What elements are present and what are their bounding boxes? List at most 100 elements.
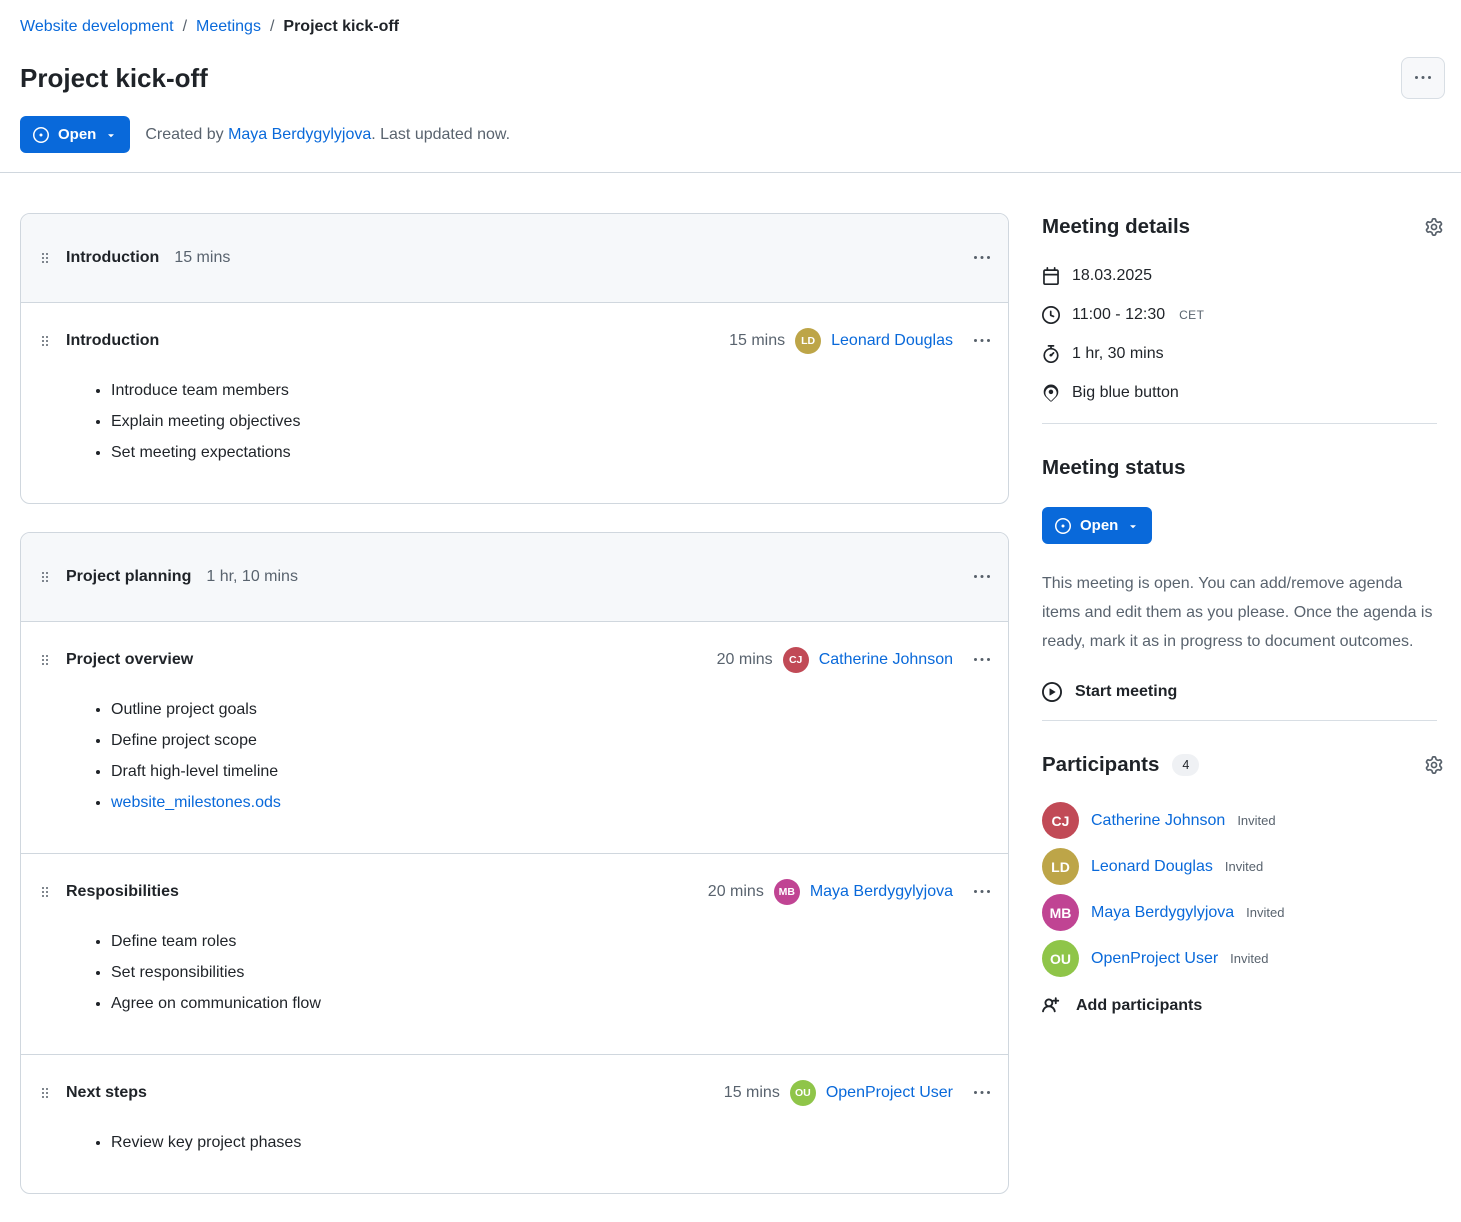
section-duration: 15 mins xyxy=(174,249,230,267)
agenda-bullet: Agree on communication flow xyxy=(111,992,992,1016)
page-title: Project kick-off xyxy=(20,62,208,94)
participant-status: Invited xyxy=(1225,859,1263,874)
participant-name-link[interactable]: Leonard Douglas xyxy=(1091,858,1213,876)
sidebar-divider xyxy=(1042,720,1437,721)
meeting-status-dropdown-button[interactable]: Open xyxy=(1042,507,1152,544)
byline-prefix: Created by xyxy=(145,126,228,143)
section-menu-button[interactable] xyxy=(972,565,992,589)
breadcrumb-link-project[interactable]: Website development xyxy=(20,18,174,36)
circle-dot-icon xyxy=(33,127,49,143)
participant-status: Invited xyxy=(1246,905,1284,920)
agenda-item-menu-button[interactable] xyxy=(972,880,992,904)
participant-row: LD Leonard Douglas Invited xyxy=(1042,848,1445,885)
presenter-avatar: MB xyxy=(774,879,800,905)
breadcrumb-current: Project kick-off xyxy=(283,18,399,36)
participant-name-link[interactable]: OpenProject User xyxy=(1091,950,1218,968)
agenda-bullet: Review key project phases xyxy=(111,1131,992,1155)
gear-icon xyxy=(1425,756,1443,774)
status-button-label: Open xyxy=(58,126,96,143)
agenda-bullet: Introduce team members xyxy=(111,379,992,403)
drag-handle-icon[interactable] xyxy=(37,569,53,585)
kebab-icon xyxy=(974,652,990,668)
participant-name-link[interactable]: Maya Berdygylyjova xyxy=(1091,904,1234,922)
presenter-avatar: LD xyxy=(795,328,821,354)
drag-handle-icon[interactable] xyxy=(37,250,53,266)
calendar-icon xyxy=(1042,267,1060,285)
play-icon xyxy=(1042,682,1062,702)
agenda-bullet: website_milestones.ods xyxy=(111,791,992,815)
clock-icon xyxy=(1042,306,1060,324)
drag-handle-icon[interactable] xyxy=(37,652,53,668)
agenda-bullet: Draft high-level timeline xyxy=(111,760,992,784)
agenda-bullet: Explain meeting objectives xyxy=(111,410,992,434)
meeting-details-settings-button[interactable] xyxy=(1423,216,1445,238)
meeting-detail-row: 11:00 - 12:30 CET xyxy=(1042,303,1445,327)
agenda-item-duration: 20 mins xyxy=(708,883,764,901)
agenda-section: Introduction 15 mins Introduction 15 min… xyxy=(20,213,1009,504)
agenda-item-title: Resposibilities xyxy=(66,883,179,901)
participant-row: CJ Catherine Johnson Invited xyxy=(1042,802,1445,839)
kebab-icon xyxy=(1415,70,1431,86)
agenda-item: Project overview 20 mins CJ Catherine Jo… xyxy=(21,621,1008,853)
participant-name-link[interactable]: Catherine Johnson xyxy=(1091,812,1225,830)
meeting-details-list: 18.03.2025 11:00 - 12:30 CET 1 hr, 30 mi… xyxy=(1042,264,1445,405)
meeting-details-section: Meeting details 18.03.2025 11:00 - 12:30… xyxy=(1042,213,1445,405)
start-meeting-button[interactable]: Start meeting xyxy=(1042,682,1177,702)
byline-suffix: . Last updated now. xyxy=(371,126,510,143)
participant-status: Invited xyxy=(1230,951,1268,966)
agenda-section-header: Introduction 15 mins xyxy=(21,214,1008,302)
location-icon xyxy=(1042,384,1060,402)
presenter-link[interactable]: Catherine Johnson xyxy=(819,651,953,669)
chevron-down-icon xyxy=(105,129,117,141)
participants-settings-button[interactable] xyxy=(1423,754,1445,776)
agenda-item-menu-button[interactable] xyxy=(972,1081,992,1105)
participant-row: OU OpenProject User Invited xyxy=(1042,940,1445,977)
meeting-status-button[interactable]: Open xyxy=(20,116,130,153)
header-divider xyxy=(0,172,1461,173)
presenter-link[interactable]: Leonard Douglas xyxy=(831,332,953,350)
participants-section: Participants 4 CJ Catherine Johnson Invi… xyxy=(1042,751,1445,1016)
meeting-detail-value: 11:00 - 12:30 xyxy=(1072,303,1165,327)
meeting-detail-row: 1 hr, 30 mins xyxy=(1042,342,1445,366)
participant-avatar: LD xyxy=(1042,848,1079,885)
agenda-item-menu-button[interactable] xyxy=(972,648,992,672)
drag-handle-icon[interactable] xyxy=(37,333,53,349)
agenda-bullet: Set meeting expectations xyxy=(111,441,992,465)
meeting-detail-suffix: CET xyxy=(1179,303,1204,327)
gear-icon xyxy=(1425,218,1443,236)
participants-count-badge: 4 xyxy=(1172,754,1199,776)
participant-status: Invited xyxy=(1237,813,1275,828)
kebab-icon xyxy=(974,333,990,349)
presenter-link[interactable]: Maya Berdygylyjova xyxy=(810,883,953,901)
meeting-detail-value: Big blue button xyxy=(1072,381,1179,405)
add-participants-button[interactable]: Add participants xyxy=(1042,996,1202,1016)
kebab-icon xyxy=(974,569,990,585)
kebab-icon xyxy=(974,884,990,900)
drag-handle-icon[interactable] xyxy=(37,884,53,900)
meeting-sidebar: Meeting details 18.03.2025 11:00 - 12:30… xyxy=(1042,213,1445,1222)
breadcrumb-link-meetings[interactable]: Meetings xyxy=(196,18,261,36)
section-menu-button[interactable] xyxy=(972,246,992,270)
meeting-detail-row: 18.03.2025 xyxy=(1042,264,1445,288)
meeting-detail-row: Big blue button xyxy=(1042,381,1445,405)
agenda-item-menu-button[interactable] xyxy=(972,329,992,353)
meeting-status-description: This meeting is open. You can add/remove… xyxy=(1042,569,1445,656)
section-title: Project planning xyxy=(66,568,191,586)
person-add-icon xyxy=(1042,996,1062,1016)
attachment-link[interactable]: website_milestones.ods xyxy=(111,794,281,811)
section-duration: 1 hr, 10 mins xyxy=(206,568,298,586)
agenda-bullet: Define project scope xyxy=(111,729,992,753)
meeting-detail-value: 18.03.2025 xyxy=(1072,264,1152,288)
agenda-item-duration: 15 mins xyxy=(724,1084,780,1102)
participants-title: Participants xyxy=(1042,751,1159,779)
agenda-item-title: Project overview xyxy=(66,651,193,669)
drag-handle-icon[interactable] xyxy=(37,1085,53,1101)
author-link[interactable]: Maya Berdygylyjova xyxy=(228,126,371,143)
more-actions-button[interactable] xyxy=(1401,57,1445,99)
agenda-item-title: Next steps xyxy=(66,1084,147,1102)
breadcrumb: Website development / Meetings / Project… xyxy=(20,18,1445,36)
agenda-item: Next steps 15 mins OU OpenProject User R… xyxy=(21,1054,1008,1193)
presenter-link[interactable]: OpenProject User xyxy=(826,1084,953,1102)
participant-avatar: OU xyxy=(1042,940,1079,977)
kebab-icon xyxy=(974,250,990,266)
